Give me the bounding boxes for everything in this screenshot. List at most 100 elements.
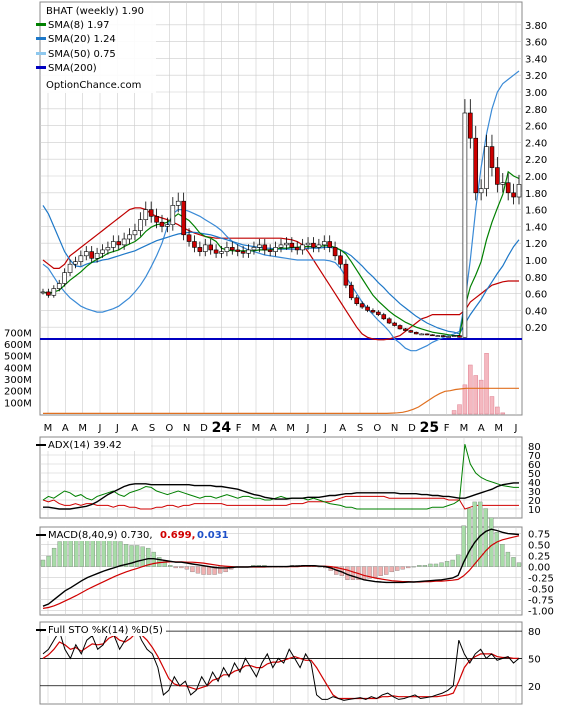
- macd-histogram-bar: [168, 565, 173, 567]
- price-candle-body: [511, 192, 516, 198]
- price-candle-body: [78, 255, 84, 262]
- volume-tick-label: 300M: [4, 375, 32, 386]
- price-candle-body: [370, 310, 376, 313]
- month-tick-label: M: [494, 423, 503, 434]
- macd-histogram-bar: [372, 566, 378, 578]
- price-candle-body: [516, 184, 522, 198]
- adx-label: ADX(14) 39.42: [48, 440, 122, 451]
- price-candle-body: [473, 137, 479, 194]
- volume-bar: [473, 375, 478, 415]
- volume-bar: [468, 364, 473, 415]
- month-tick-label: F: [444, 423, 450, 434]
- macd-histogram-bar: [406, 566, 411, 569]
- macd-histogram-bar: [450, 559, 455, 567]
- macd-hist-label: 0.031: [197, 530, 229, 541]
- price-candle-body: [311, 242, 316, 248]
- macd-histogram-bar: [206, 566, 212, 575]
- month-tick-label: 25: [420, 420, 439, 436]
- sto-tick-label: 80: [528, 627, 541, 638]
- stock-chart: 3.80 3.60 3.40 3.20 3.00 2.80 2.60 2.40 2.20 2.00…: [0, 0, 566, 706]
- adx-tick-label: 10: [528, 505, 541, 516]
- volume-bar: [484, 353, 489, 415]
- price-candle-body: [359, 303, 365, 308]
- price-candle-body: [365, 306, 370, 311]
- price-candle-body: [289, 242, 295, 248]
- price-tick-label: 0.60: [525, 290, 547, 301]
- price-candle-body: [240, 251, 246, 254]
- macd-histogram-bar: [190, 566, 195, 573]
- month-tick-label: M: [460, 423, 469, 434]
- price-candle-body: [111, 241, 116, 248]
- month-tick-label: J: [306, 423, 310, 434]
- macd-tick-label: -0.75: [528, 596, 554, 607]
- legend-swatch-sma50: [36, 52, 46, 55]
- macd-histogram-bar: [455, 554, 461, 567]
- macd-histogram-bar: [107, 537, 112, 567]
- month-tick-label: N: [391, 423, 398, 434]
- legend-sma8: SMA(8) 1.97: [48, 20, 109, 31]
- month-tick-label: D: [200, 423, 208, 434]
- month-tick-label: J: [514, 423, 518, 434]
- month-tick-label: F: [236, 423, 242, 434]
- macd-tick-label: 0.00: [528, 563, 550, 574]
- price-candle-body: [262, 244, 268, 251]
- price-candle-body: [181, 200, 186, 236]
- price-candle-body: [148, 209, 154, 217]
- price-candle-body: [105, 247, 111, 251]
- macd-tick-label: -0.50: [528, 585, 554, 596]
- price-candle-body: [354, 297, 360, 304]
- price-candle-body: [484, 146, 489, 189]
- legend-sma20: SMA(20) 1.24: [48, 34, 116, 45]
- macd-histogram-bar: [46, 555, 51, 567]
- price-tick-label: 2.00: [525, 172, 547, 183]
- price-candle-body: [305, 242, 311, 246]
- month-tick-label: D: [408, 423, 416, 434]
- macd-tick-label: -1.00: [528, 607, 554, 618]
- price-candle-body: [100, 249, 105, 254]
- price-candle-body: [89, 251, 94, 259]
- price-legend: BHAT (weekly) 1.90 SMA(8) 1.97 SMA(20) 1…: [36, 3, 156, 93]
- macd-histogram-bar: [179, 566, 184, 569]
- month-tick-label: N: [183, 423, 190, 434]
- price-candle-body: [381, 314, 387, 320]
- price-tick-label: 2.20: [525, 155, 547, 166]
- month-tick-label: A: [62, 423, 69, 434]
- price-candle-body: [316, 244, 322, 248]
- macd-histogram-bar: [173, 566, 178, 569]
- price-candle-body: [376, 311, 381, 315]
- month-tick-label: M: [286, 423, 295, 434]
- price-candle-body: [397, 325, 403, 330]
- month-tick-label: 24: [212, 420, 232, 436]
- macd-histogram-bar: [384, 566, 389, 575]
- price-tick-label: 2.80: [525, 105, 547, 116]
- macd-histogram-bar: [516, 562, 522, 567]
- volume-bar: [457, 404, 462, 415]
- volume-tick-label: 500M: [4, 352, 32, 363]
- price-candle-body: [273, 247, 278, 252]
- macd-histogram-bar: [494, 532, 500, 567]
- macd-histogram-bar: [201, 566, 206, 575]
- macd-histogram-bar: [118, 541, 123, 567]
- volume-tick-label: 100M: [4, 398, 32, 409]
- legend-sma200: SMA(200): [48, 63, 97, 74]
- price-candle-body: [419, 333, 424, 336]
- price-candle-body: [154, 216, 159, 223]
- macd-histogram-bar: [433, 563, 439, 567]
- price-candle-body: [478, 188, 484, 194]
- price-candle-body: [246, 249, 251, 254]
- legend-swatch-sma200: [36, 66, 46, 69]
- month-tick-label: S: [149, 423, 155, 434]
- volume-tick-label: 700M: [4, 328, 32, 339]
- macd-histogram-bar: [472, 501, 477, 567]
- price-candle-body: [408, 330, 414, 333]
- macd-histogram-bar: [439, 562, 444, 567]
- macd-histogram-bar: [428, 563, 433, 567]
- month-tick-label: A: [339, 423, 346, 434]
- price-tick-label: 0.20: [525, 323, 547, 334]
- macd-y-ticks: 0.750.500.250.00-0.25-0.50-0.75-1.00: [528, 530, 554, 618]
- price-candle-body: [170, 205, 176, 226]
- price-candle-body: [67, 263, 73, 273]
- macd-histogram-bar: [350, 566, 356, 580]
- price-candle-body: [127, 234, 132, 240]
- macd-tick-label: 0.50: [528, 541, 550, 552]
